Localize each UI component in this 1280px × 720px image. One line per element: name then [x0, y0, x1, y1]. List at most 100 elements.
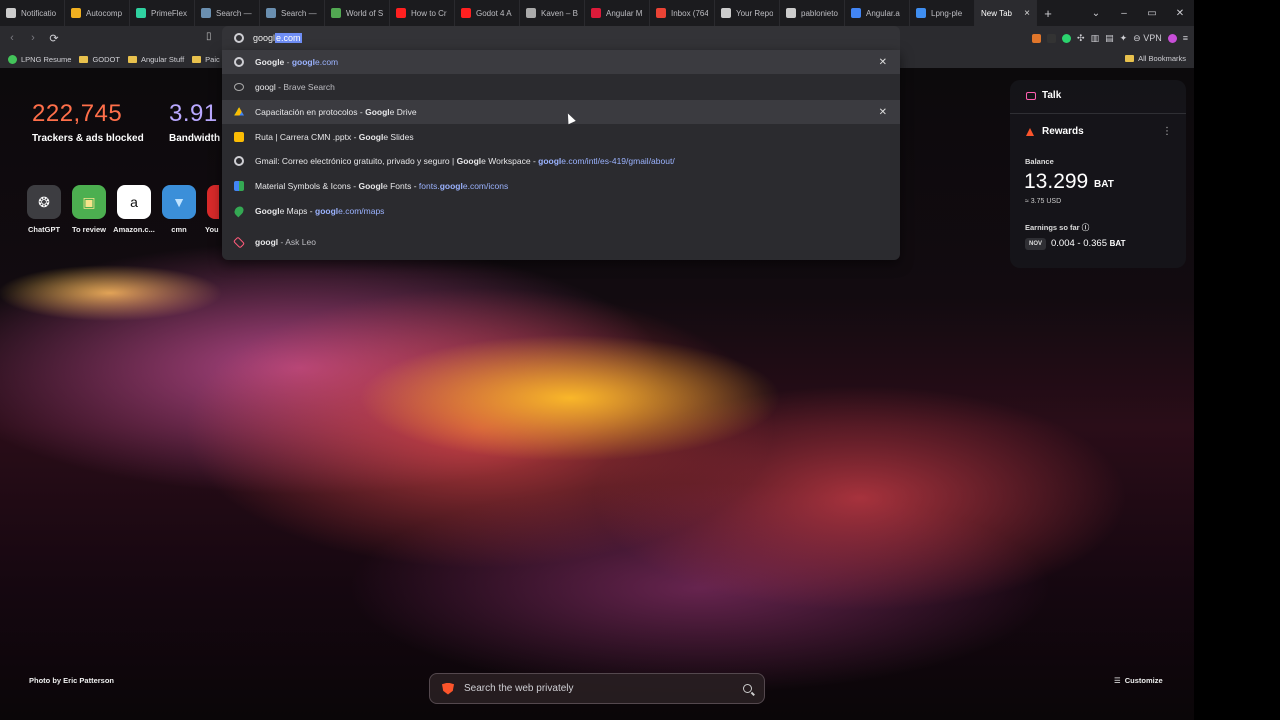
suggestion-row[interactable]: Ruta | Carrera CMN .pptx - Google Slides [222, 125, 900, 149]
address-input[interactable]: google.com [253, 33, 302, 43]
vpn-button[interactable]: ⊖ VPN [1133, 33, 1162, 44]
top-site-tile[interactable]: ❂ [27, 185, 61, 219]
search-box[interactable]: Search the web privately [429, 673, 765, 704]
suggestion-row[interactable]: Google - google.com ✕ [222, 50, 900, 74]
favicon-icon [331, 8, 341, 18]
reload-icon[interactable]: ⟳ [45, 32, 63, 45]
tab[interactable]: PrimeFlex [130, 0, 195, 26]
new-tab-icon[interactable]: + [1037, 6, 1059, 21]
top-site-tile[interactable]: ▶ [207, 185, 219, 219]
tab[interactable]: Kaven – B [520, 0, 585, 26]
bookmark-label: Angular Stuff [140, 54, 185, 64]
tab[interactable]: Search — [195, 0, 260, 26]
balance-label: Balance [1025, 157, 1054, 166]
menu-icon[interactable]: ≡ [1183, 33, 1188, 43]
suggestion-row[interactable]: Capacitación en protocolos - Google Driv… [222, 100, 900, 124]
profile-avatar-icon[interactable] [1167, 33, 1177, 43]
suggestion-row[interactable]: Material Symbols & Icons - Google Fonts … [222, 174, 900, 198]
talk-header[interactable]: Talk [1026, 90, 1061, 101]
maps-icon [232, 204, 246, 218]
puzzle-icon[interactable]: ✣ [1077, 33, 1085, 44]
tab[interactable]: Your Repo [715, 0, 780, 26]
forward-icon[interactable]: › [24, 32, 42, 44]
search-icon[interactable] [743, 684, 752, 693]
customize-label: Customize [1124, 676, 1163, 685]
folder-icon [79, 55, 89, 63]
earnings-value: 0.004 - 0.365 BAT [1051, 238, 1126, 249]
site-icon: ▼ [172, 194, 186, 210]
tab[interactable]: Notificatio [0, 0, 65, 26]
tab-active[interactable]: New Tab × [975, 0, 1037, 26]
favicon-icon [396, 8, 406, 18]
tab-label: Angular.a [866, 8, 900, 18]
leo-icon[interactable]: ✦ [1120, 33, 1128, 44]
customize-icon: ☰ [1114, 676, 1121, 685]
tab[interactable]: Godot 4 A [455, 0, 520, 26]
rewards-header: Rewards [1026, 126, 1084, 137]
trackers-count: 222,745 [32, 100, 123, 127]
customize-button[interactable]: ☰ Customize [1114, 676, 1163, 685]
outer-background [1194, 0, 1280, 720]
maximize-icon[interactable]: ▭ [1138, 8, 1166, 19]
suggestion-text: googl - Brave Search [255, 82, 335, 92]
tab-label: Your Repo [736, 8, 773, 18]
top-site-label: To review [71, 225, 107, 234]
close-tab-icon[interactable]: × [1024, 8, 1030, 19]
top-site-tile[interactable]: ▼ [162, 185, 196, 219]
info-icon[interactable]: ⓘ [1082, 223, 1090, 232]
window-controls: ⌄ – ▭ ✕ [1082, 0, 1194, 26]
tab[interactable]: Autocomp [65, 0, 130, 26]
bookmark-item[interactable]: LPNG Resume [8, 54, 72, 64]
suggestion-text: Google - google.com [255, 57, 339, 67]
bookmark-label: LPNG Resume [21, 54, 72, 64]
sidebar-icon[interactable]: ▥ [1091, 33, 1100, 44]
earnings-label: Earnings so far ⓘ [1025, 223, 1090, 232]
bookmark-item[interactable]: Paic [192, 55, 220, 64]
top-site-tile[interactable]: ▣ [72, 185, 106, 219]
search-input[interactable]: Search the web privately [464, 683, 733, 694]
favicon-icon [461, 8, 471, 18]
tab[interactable]: Lpng-ple [910, 0, 975, 26]
suggestion-row[interactable]: googl - Brave Search [222, 75, 900, 99]
suggestion-row[interactable]: Gmail: Correo electrónico gratuito, priv… [222, 149, 900, 173]
tab-label: Inbox (764 [671, 8, 708, 18]
extension-green-icon[interactable] [1062, 33, 1072, 43]
google-icon [234, 156, 244, 166]
close-window-icon[interactable]: ✕ [1166, 8, 1194, 19]
address-bar[interactable]: google.com [222, 26, 900, 50]
folder-icon [192, 55, 202, 63]
bookmark-item[interactable]: GODOT [79, 55, 120, 64]
tab[interactable]: Angular.a [845, 0, 910, 26]
back-icon[interactable]: ‹ [3, 32, 21, 44]
tab[interactable]: Search — [260, 0, 325, 26]
tab[interactable]: World of S [325, 0, 390, 26]
top-site-label: ChatGPT [27, 225, 61, 234]
tab[interactable]: Angular M [585, 0, 650, 26]
favicon-icon [656, 8, 666, 18]
all-bookmarks-button[interactable]: All Bookmarks [1125, 54, 1186, 63]
more-options-icon[interactable]: ⋮ [1162, 126, 1172, 137]
favicon-icon [721, 8, 731, 18]
bookmark-label: GODOT [92, 54, 120, 64]
folder-icon [127, 55, 137, 63]
brave-shields-icon[interactable] [1032, 33, 1042, 43]
tab-label: Search — [216, 8, 252, 18]
favicon-icon [591, 8, 601, 18]
tab-list-icon[interactable]: ⌄ [1082, 8, 1110, 19]
top-site-tile[interactable]: a [117, 185, 151, 219]
tab-label: Godot 4 A [476, 8, 512, 18]
suggestion-row[interactable]: googl - Ask Leo [222, 230, 900, 254]
extension-icon[interactable] [1047, 33, 1057, 43]
photo-credit[interactable]: Photo by Eric Patterson [29, 676, 114, 685]
remove-suggestion-icon[interactable]: ✕ [879, 57, 887, 68]
bookmark-item[interactable]: Angular Stuff [127, 54, 185, 64]
suggestion-row[interactable]: Google Maps - google.com/maps [222, 199, 900, 223]
tab[interactable]: Inbox (764 [650, 0, 715, 26]
remove-suggestion-icon[interactable]: ✕ [879, 107, 887, 118]
tab[interactable]: How to Cr [390, 0, 455, 26]
month-badge: NOV [1025, 238, 1047, 250]
wallet-icon[interactable]: ▤ [1105, 33, 1114, 44]
bookmark-this-icon[interactable]: ▯ [206, 31, 212, 42]
minimize-icon[interactable]: – [1110, 8, 1138, 19]
tab[interactable]: pablonieto [780, 0, 845, 26]
